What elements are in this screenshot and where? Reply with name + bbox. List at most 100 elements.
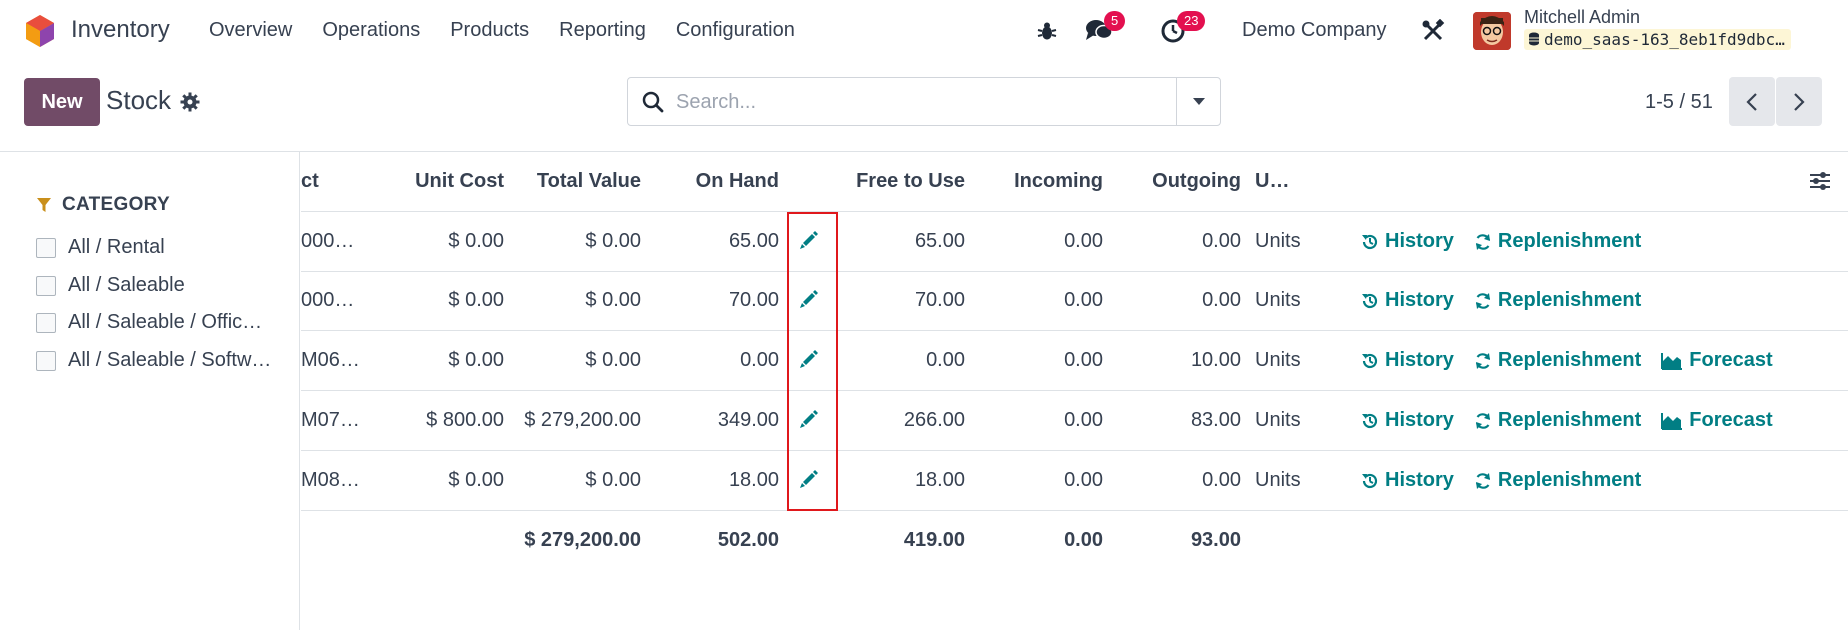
menu-overview[interactable]: Overview — [209, 19, 292, 42]
menu-configuration[interactable]: Configuration — [676, 19, 795, 42]
category-item-saleable-office[interactable]: All / Saleable / Offic… — [36, 311, 296, 334]
category-checkbox[interactable] — [36, 312, 56, 333]
cell-outgoing: 0.00 — [1202, 230, 1241, 252]
column-header-uom[interactable]: U… — [1255, 152, 1289, 211]
cell-total-value: $ 0.00 — [585, 469, 641, 491]
cell-unit-cost: $ 0.00 — [448, 289, 504, 311]
category-label: All / Saleable / Offic… — [68, 311, 263, 333]
cell-incoming: 0.00 — [1064, 349, 1103, 371]
cell-on-hand: 65.00 — [728, 230, 779, 252]
cell-unit-cost: $ 0.00 — [448, 230, 504, 252]
history-button[interactable]: History — [1361, 230, 1454, 253]
replenishment-button[interactable]: Replenishment — [1474, 409, 1641, 432]
replenishment-label: Replenishment — [1497, 349, 1642, 371]
cell-total-value: $ 0.00 — [585, 230, 641, 252]
column-header-unit-cost[interactable]: Unit Cost — [391, 152, 504, 211]
category-label: All / Rental — [68, 236, 165, 258]
caret-down-icon — [1192, 98, 1205, 105]
pager-previous-button[interactable] — [1729, 77, 1775, 126]
database-name: demo_saas-163_8eb1fd9dbc… — [1524, 29, 1791, 50]
history-button[interactable]: History — [1361, 409, 1454, 432]
user-name[interactable]: Mitchell Admin — [1524, 7, 1640, 28]
forecast-button[interactable]: Forecast — [1661, 349, 1773, 372]
column-header-total-value[interactable]: Total Value — [506, 152, 641, 211]
history-icon — [1362, 293, 1378, 308]
history-button[interactable]: History — [1361, 469, 1454, 492]
edit-quantity-button[interactable] — [799, 469, 819, 495]
user-avatar[interactable] — [1473, 12, 1511, 50]
search-options-toggle[interactable] — [1176, 78, 1220, 125]
company-switcher[interactable]: Demo Company — [1242, 19, 1387, 42]
pencil-icon — [800, 290, 818, 308]
history-icon — [1362, 413, 1378, 428]
menu-operations[interactable]: Operations — [322, 19, 420, 42]
edit-quantity-button[interactable] — [799, 230, 819, 256]
cell-uom: Units — [1255, 469, 1301, 491]
optional-columns-icon[interactable] — [1809, 170, 1831, 192]
app-name[interactable]: Inventory — [71, 16, 170, 44]
chevron-right-icon — [1794, 92, 1805, 111]
cell-uom: Units — [1255, 230, 1301, 252]
cell-product: 000… — [301, 230, 355, 252]
free-to-use-sum: 419.00 — [903, 529, 965, 551]
pencil-icon — [800, 231, 818, 249]
inventory-app-icon[interactable] — [24, 14, 56, 48]
table-row[interactable]: M06… $ 0.00 $ 0.00 0.00 0.00 0.00 10.00 Units Hi… — [301, 331, 1848, 391]
refresh-icon — [1475, 233, 1490, 250]
database-label: demo_saas-163_8eb1fd9dbc… — [1544, 30, 1785, 49]
refresh-icon — [1475, 472, 1490, 489]
cell-total-value: $ 0.00 — [585, 289, 641, 311]
cell-uom: Units — [1255, 349, 1301, 371]
table-row[interactable]: 000… $ 0.00 $ 0.00 70.00 70.00 0.00 0.00 Units H… — [301, 271, 1848, 331]
bug-icon[interactable] — [1036, 20, 1058, 42]
cell-free-to-use: 70.00 — [914, 289, 965, 311]
menu-products[interactable]: Products — [450, 19, 529, 42]
replenishment-button[interactable]: Replenishment — [1474, 289, 1641, 312]
category-checkbox[interactable] — [36, 275, 56, 296]
forecast-button[interactable]: Forecast — [1661, 409, 1773, 432]
category-checkbox[interactable] — [36, 350, 56, 371]
search-input[interactable] — [676, 88, 1156, 116]
avatar-face-icon — [1473, 12, 1511, 50]
history-button[interactable]: History — [1361, 349, 1454, 372]
history-label: History — [1385, 349, 1454, 371]
column-header-outgoing[interactable]: Outgoing — [1116, 152, 1241, 211]
history-button[interactable]: History — [1361, 289, 1454, 312]
cell-on-hand: 18.00 — [728, 469, 779, 491]
pager-value[interactable]: 1-5 / 51 — [1645, 91, 1713, 114]
table-row[interactable]: 000… $ 0.00 $ 0.00 65.00 65.00 0.00 0.00 Units H… — [301, 212, 1848, 272]
messages-badge: 5 — [1104, 11, 1126, 31]
column-header-free-to-use[interactable]: Free to Use — [846, 152, 965, 211]
category-checkbox[interactable] — [36, 237, 56, 258]
column-header-on-hand[interactable]: On Hand — [646, 152, 779, 211]
chevron-left-icon — [1746, 92, 1757, 111]
edit-quantity-button[interactable] — [799, 349, 819, 375]
category-item-rental[interactable]: All / Rental — [36, 236, 296, 259]
pencil-icon — [800, 470, 818, 488]
edit-quantity-button[interactable] — [799, 409, 819, 435]
tools-icon[interactable] — [1421, 19, 1445, 43]
edit-quantity-button[interactable] — [799, 289, 819, 315]
replenishment-button[interactable]: Replenishment — [1474, 230, 1641, 253]
table-row[interactable]: M08… $ 0.00 $ 0.00 18.00 18.00 0.00 0.00 Units H… — [301, 451, 1848, 511]
cell-product: M07… — [301, 409, 360, 431]
category-item-saleable-software[interactable]: All / Saleable / Softw… — [36, 349, 296, 372]
gear-icon[interactable] — [180, 92, 200, 112]
new-button[interactable]: New — [24, 78, 100, 126]
column-header-product[interactable]: ct — [301, 152, 319, 211]
pager-next-button[interactable] — [1776, 77, 1822, 126]
row-actions: History Replenishment Forecast — [1361, 331, 1793, 390]
replenishment-label: Replenishment — [1497, 289, 1642, 311]
forecast-label: Forecast — [1689, 349, 1773, 371]
category-item-saleable[interactable]: All / Saleable — [36, 274, 296, 297]
table-row[interactable]: M07… $ 800.00 $ 279,200.00 349.00 266.00 0.00… — [301, 391, 1848, 451]
replenishment-button[interactable]: Replenishment — [1474, 349, 1641, 372]
area-chart-icon — [1661, 352, 1683, 370]
cell-free-to-use: 18.00 — [914, 469, 965, 491]
page-title: Stock — [106, 85, 172, 115]
replenishment-button[interactable]: Replenishment — [1474, 469, 1641, 492]
column-header-incoming[interactable]: Incoming — [981, 152, 1103, 211]
cell-unit-cost: $ 0.00 — [448, 469, 504, 491]
menu-reporting[interactable]: Reporting — [559, 19, 646, 42]
history-label: History — [1385, 230, 1454, 252]
